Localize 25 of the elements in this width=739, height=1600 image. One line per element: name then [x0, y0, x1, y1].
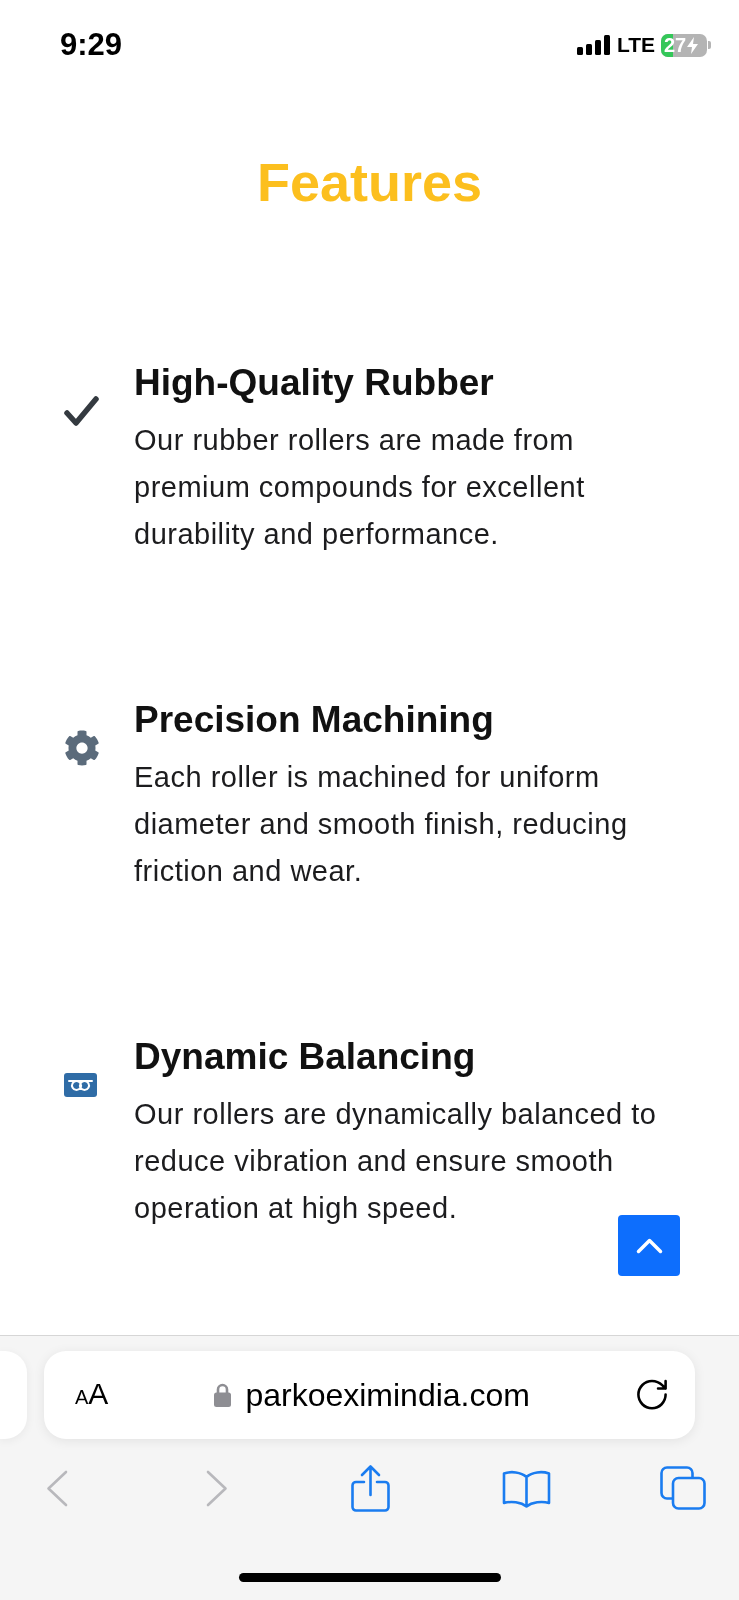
text-size-button[interactable]: AA: [75, 1377, 109, 1413]
feature-description: Each roller is machined for uniform diameter and smooth finish, reducing friction and wear.: [134, 760, 629, 889]
feature-description: Our rubber rollers are made from premium compounds for excellent durability and performance.: [134, 423, 586, 552]
scroll-to-top-button[interactable]: [618, 1215, 680, 1276]
share-icon[interactable]: [351, 1464, 390, 1512]
double-loop-icon: [64, 1073, 97, 1097]
checkmark-icon: [64, 395, 99, 427]
feature-title: Precision Machining: [134, 698, 495, 742]
address-bar[interactable]: AA parkoeximindia.com: [44, 1351, 695, 1439]
feature-description: Our rollers are dynamically balanced to reduce vibration and ensure smooth operation at high speed.: [134, 1097, 658, 1226]
signal-bars-icon: [576, 35, 610, 55]
gear-icon: [64, 730, 100, 766]
network-type-text: LTE: [616, 33, 655, 57]
chevron-up-icon: [635, 1237, 663, 1254]
url-text: parkoeximindia.com: [245, 1376, 530, 1415]
open-book-icon[interactable]: [502, 1468, 551, 1508]
feature-title: High-Quality Rubber: [134, 361, 495, 405]
tabs-icon[interactable]: [660, 1466, 706, 1510]
battery-cap-icon: [708, 41, 711, 49]
charging-bolt-icon: [687, 36, 699, 54]
reload-icon[interactable]: [636, 1378, 668, 1412]
lock-icon: [214, 1383, 232, 1407]
status-time: 9:29: [60, 27, 123, 63]
section-heading: Features: [255, 151, 484, 213]
feature-title: Dynamic Balancing: [134, 1035, 477, 1079]
